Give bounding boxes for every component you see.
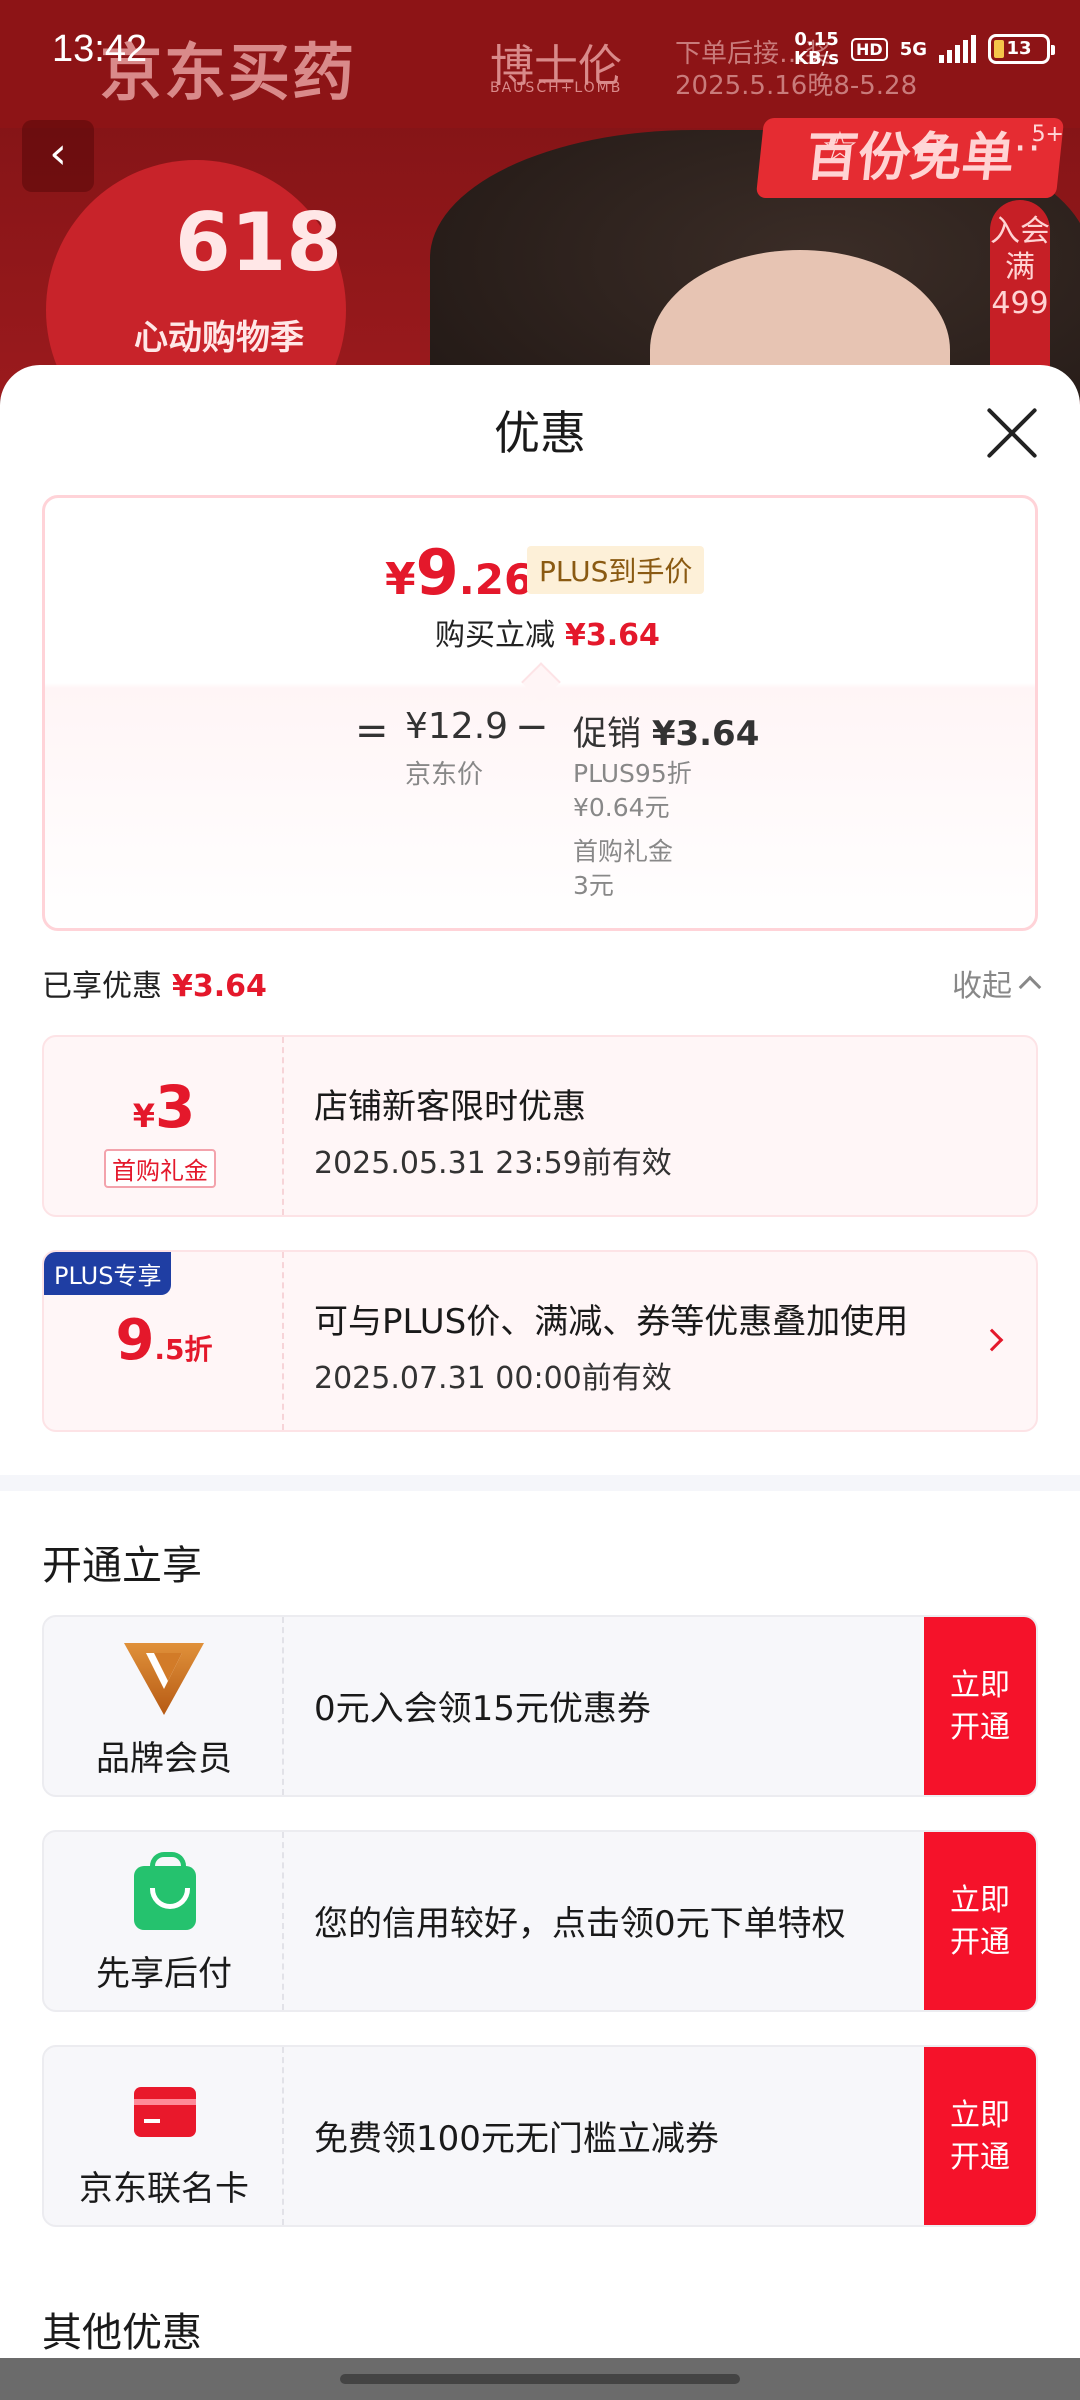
activate-button[interactable]: 立即 开通 [924, 1617, 1036, 1795]
star-icon[interactable]: ☆ [810, 118, 870, 178]
reduction-label: 购买立减 [435, 618, 555, 653]
other-discounts-title: 其他优惠 [42, 2310, 202, 2356]
coupon-info: 可与PLUS价、满减、券等优惠叠加使用 2025.07.31 00:00前有效 [314, 1294, 908, 1397]
promo-detail-plus: PLUS95折 [573, 759, 692, 788]
coupon-amount-suffix: .5折 [154, 1333, 213, 1366]
benefit-icon-area: 品牌会员 [44, 1617, 284, 1795]
plus-price-tag: PLUS到手价 [527, 546, 705, 594]
shopping-bag-icon [134, 1852, 196, 1930]
equals-sign: = [355, 708, 389, 754]
signal-icon [939, 35, 976, 63]
promo-618-label: 618 [175, 196, 342, 289]
price-summary-card: ¥ 9 .26 PLUS到手价 购买立减 ¥3.64 = ¥12.9 京东价 − … [42, 495, 1038, 931]
coupon-currency: ¥ [132, 1097, 155, 1135]
collapse-label: 收起 [952, 969, 1012, 1004]
benefit-icon-area: 京东联名卡 [44, 2047, 284, 2225]
benefit-text: 免费领100元无门槛立减券 [314, 2119, 719, 2159]
chevron-right-icon [980, 1328, 1004, 1352]
coupon-info: 店铺新客限时优惠 2025.05.31 23:59前有效 [314, 1079, 672, 1182]
coupon-validity: 2025.05.31 23:59前有效 [314, 1146, 672, 1181]
promo-value: ¥3.64 [651, 714, 760, 754]
breakdown-pointer [521, 662, 561, 702]
activate-button[interactable]: 立即 开通 [924, 2047, 1036, 2225]
minus-sign: − [515, 704, 549, 750]
price-decimal: .26 [458, 555, 534, 604]
discount-sheet: 优惠 ¥ 9 .26 PLUS到手价 购买立减 ¥3.64 = ¥12.9 京东价… [0, 365, 1080, 2400]
jd-price-value: ¥12.9 [405, 706, 509, 747]
jd-price-label: 京东价 [405, 760, 484, 790]
instant-reduction: 购买立减 ¥3.64 [435, 610, 660, 654]
hd-icon: HD [851, 37, 888, 61]
status-indicators: 0.15 KB/s HD 5G 13 [794, 29, 1055, 69]
coupon-new-customer[interactable]: ¥3 首购礼金 店铺新客限时优惠 2025.05.31 23:59前有效 [42, 1035, 1038, 1217]
enjoyed-discount: 已享优惠 ¥3.64 [42, 961, 267, 1005]
coupon-title: 店铺新客限时优惠 [314, 1087, 586, 1127]
coupon-amount-value: 3 [154, 1073, 196, 1141]
benefit-label: 京东联名卡 [79, 2169, 249, 2209]
coupon-validity: 2025.07.31 00:00前有效 [314, 1361, 672, 1396]
close-icon[interactable] [984, 405, 1040, 461]
price-integer: 9 [415, 536, 459, 609]
benefit-text: 0元入会领15元优惠券 [314, 1689, 651, 1729]
enjoyed-value: ¥3.64 [172, 969, 267, 1004]
status-time: 13:42 [52, 28, 148, 70]
promo-detail-plus-value: ¥0.64元 [573, 793, 670, 822]
coupon-plus-discount[interactable]: 9.5折 PLUS专享 可与PLUS价、满减、券等优惠叠加使用 2025.07.… [42, 1250, 1038, 1432]
battery-icon: 13 [988, 34, 1055, 64]
chevron-up-icon [1018, 975, 1042, 999]
more-count-badge: 5+ [1031, 122, 1064, 147]
promo-detail-gift-value: 3元 [573, 871, 614, 900]
price-currency: ¥ [385, 554, 416, 605]
promo-label: 促销 [573, 714, 641, 754]
first-purchase-gift-tag: 首购礼金 [104, 1149, 216, 1188]
plus-exclusive-badge: PLUS专享 [44, 1252, 172, 1295]
final-price: ¥ 9 .26 [385, 536, 533, 609]
coupon-value-area: ¥3 首购礼金 [44, 1037, 284, 1215]
section-divider [0, 1475, 1080, 1491]
reduction-value: ¥3.64 [565, 618, 660, 653]
promo-detail-gift: 首购礼金 [573, 837, 674, 866]
sheet-title: 优惠 [494, 406, 586, 460]
nav-actions: ☆ ➦ ⋯ [810, 118, 1050, 178]
enjoyed-label: 已享优惠 [42, 969, 162, 1004]
benefit-pay-later: 先享后付 您的信用较好，点击领0元下单特权 立即 开通 [42, 1830, 1038, 2012]
open-benefits-title: 开通立享 [42, 1543, 202, 1589]
activate-button[interactable]: 立即 开通 [924, 1832, 1036, 2010]
benefit-brand-member: 品牌会员 0元入会领15元优惠券 立即 开通 [42, 1615, 1038, 1797]
status-bar: 13:42 0.15 KB/s HD 5G 13 [0, 0, 1080, 100]
benefit-icon-area: 先享后付 [44, 1832, 284, 2010]
credit-card-icon [134, 2087, 196, 2137]
coupon-amount-value: 9 [115, 1308, 155, 1373]
coupon-title: 可与PLUS价、满减、券等优惠叠加使用 [314, 1302, 909, 1342]
network-speed: 0.15 KB/s [794, 29, 840, 69]
benefit-cobrand-card: 京东联名卡 免费领100元无门槛立减券 立即 开通 [42, 2045, 1038, 2227]
benefit-label: 先享后付 [96, 1954, 232, 1994]
benefit-text: 您的信用较好，点击领0元下单特权 [314, 1904, 846, 1944]
coupon-amount: ¥3 [44, 1073, 284, 1141]
promo-618-subtitle: 心动购物季 [134, 318, 304, 358]
home-indicator[interactable] [340, 2374, 740, 2384]
collapse-toggle[interactable]: 收起 [952, 961, 1042, 1005]
back-button[interactable]: ‹ [22, 120, 94, 192]
network-type: 5G [899, 38, 927, 60]
share-icon[interactable]: ➦ [900, 118, 960, 178]
coupon-amount: 9.5折 [44, 1308, 284, 1373]
promo-total: 促销 ¥3.64 [573, 706, 759, 755]
brand-member-icon [124, 1643, 204, 1715]
benefit-label: 品牌会员 [96, 1739, 232, 1779]
